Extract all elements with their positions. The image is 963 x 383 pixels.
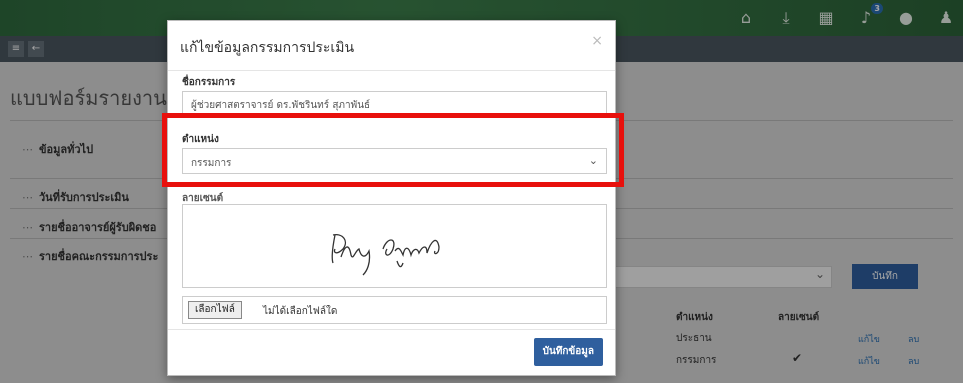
modal-footer: บันทึกข้อมูล [168,329,615,375]
edit-committee-modal: แก้ไขข้อมูลกรรมการประเมิน × ชื่อกรรมการ … [167,20,616,376]
file-input[interactable]: เลือกไฟล์ ไม่ได้เลือกไฟล์ใด [182,296,607,324]
signature-image [182,204,607,288]
choose-file-button[interactable]: เลือกไฟล์ [188,301,242,319]
highlight-box [162,113,624,187]
signature-drawing [331,234,440,276]
modal-title: แก้ไขข้อมูลกรรมการประเมิน [180,40,355,56]
file-status-text: ไม่ได้เลือกไฟล์ใด [263,306,338,317]
modal-header: แก้ไขข้อมูลกรรมการประเมิน × [168,21,615,71]
save-data-button[interactable]: บันทึกข้อมูล [533,338,603,366]
name-label: ชื่อกรรมการ [182,77,236,88]
close-icon[interactable]: × [591,33,603,49]
committee-name-field[interactable]: ผู้ช่วยศาสตราจารย์ ดร.พัชรินทร์ สุภาพันธ… [182,91,607,115]
